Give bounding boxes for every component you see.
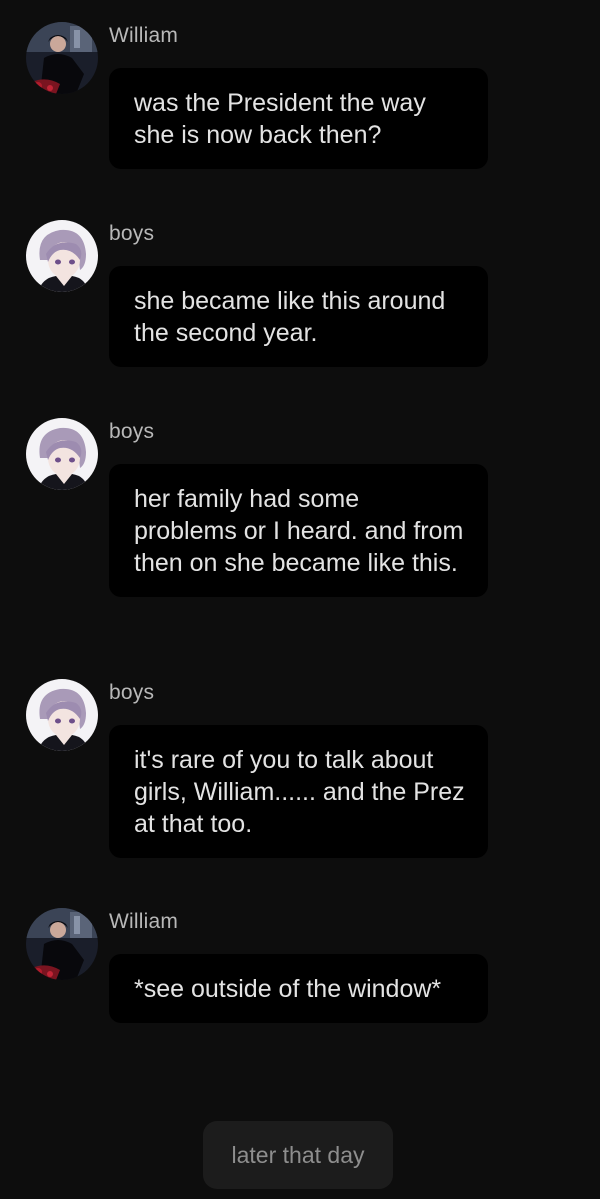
message-bubble: she became like this around the second y… [109,266,488,367]
message-bubble: it's rare of you to talk about girls, Wi… [109,725,488,858]
message-bubble: was the President the way she is now bac… [109,68,488,169]
narration-badge: later that day [203,1121,393,1189]
boys-avatar-icon[interactable] [26,220,98,292]
message-bubble: her family had some problems or I heard.… [109,464,488,597]
sender-name: boys [109,420,155,443]
william-avatar-icon[interactable] [26,908,98,980]
boys-avatar-icon[interactable] [26,418,98,490]
chat-window: William was the President the way she is… [0,0,600,1199]
sender-name: boys [109,681,155,704]
sender-name: William [109,24,179,47]
boys-avatar-icon[interactable] [26,679,98,751]
message-bubble: *see outside of the window* [109,954,488,1023]
sender-name: boys [109,222,155,245]
sender-name: William [109,910,179,933]
william-avatar-icon[interactable] [26,22,98,94]
